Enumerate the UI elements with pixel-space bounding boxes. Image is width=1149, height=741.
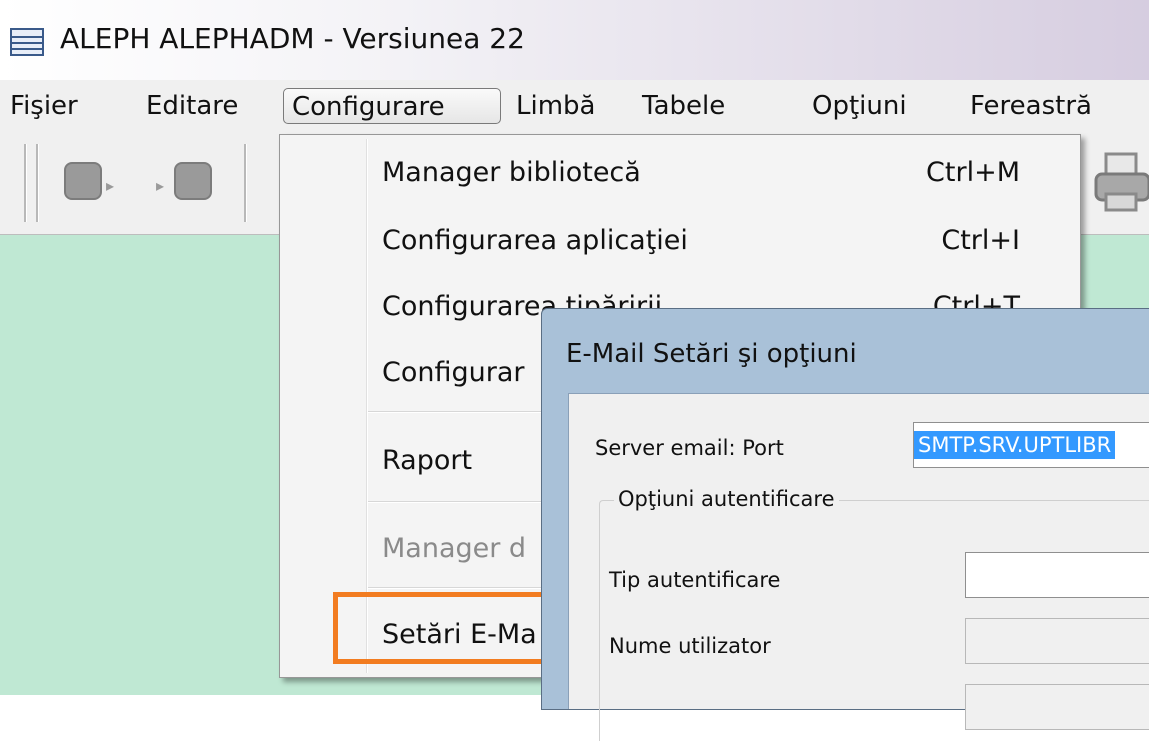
menu-tabele[interactable]: Tabele	[634, 88, 733, 124]
highlight-annotation	[333, 592, 573, 664]
menu-item-configurare[interactable]: Configurar	[382, 357, 525, 388]
table-grid-icon[interactable]	[10, 28, 44, 56]
auth-options-legend: Opţiuni autentificare	[614, 487, 839, 511]
arrow-right-icon: ▸	[106, 176, 115, 195]
username-label: Nume utilizator	[609, 634, 771, 658]
menu-item-raport[interactable]: Raport	[382, 445, 472, 476]
username-field[interactable]	[965, 618, 1149, 664]
toolbar-separator	[36, 144, 38, 222]
printer-icon[interactable]	[1092, 150, 1149, 220]
menu-optiuni[interactable]: Opţiuni	[804, 88, 915, 124]
server-email-label: Server email: Port	[595, 436, 784, 460]
dialog-title: E-Mail Setări şi opţiuni	[566, 339, 857, 369]
server-email-value: SMTP.SRV.UPTLIBR	[914, 431, 1116, 459]
toolbar-separator	[24, 144, 26, 222]
window-title: ALEPH ALEPHADM - Versiunea 22	[60, 22, 525, 55]
menu-fereastra[interactable]: Fereastră	[962, 88, 1100, 124]
menu-bar: Fişier Editare Configurare Limbă Tabele …	[0, 80, 1149, 133]
shortcut-ctrl-m: Ctrl+M	[926, 157, 1020, 188]
email-settings-dialog: E-Mail Setări şi opţiuni Server email: P…	[541, 308, 1149, 741]
menu-fisier[interactable]: Fişier	[2, 88, 86, 124]
arrow-right-icon: ▸	[156, 176, 165, 195]
auth-type-field[interactable]	[965, 552, 1149, 598]
title-bar: ALEPH ALEPHADM - Versiunea 22	[0, 0, 1149, 80]
auth-type-label: Tip autentificare	[609, 568, 781, 592]
menu-item-manager-disabled: Manager d	[382, 533, 527, 564]
server-email-field[interactable]: SMTP.SRV.UPTLIBR	[913, 422, 1149, 468]
toolbar-separator	[244, 144, 246, 222]
menu-editare[interactable]: Editare	[138, 88, 246, 124]
shortcut-ctrl-i: Ctrl+I	[941, 225, 1020, 256]
menu-item-manager-biblioteca[interactable]: Manager bibliotecă	[382, 157, 641, 188]
dialog-client-area: Server email: Port SMTP.SRV.UPTLIBR Opţi…	[568, 393, 1149, 741]
menu-configurare[interactable]: Configurare	[283, 88, 501, 124]
menu-limba[interactable]: Limbă	[508, 88, 603, 124]
login-icon[interactable]	[174, 162, 212, 200]
logout-icon[interactable]	[64, 162, 102, 200]
password-field[interactable]	[965, 684, 1149, 730]
menu-item-configurarea-aplicatiei[interactable]: Configurarea aplicaţiei	[382, 225, 688, 256]
